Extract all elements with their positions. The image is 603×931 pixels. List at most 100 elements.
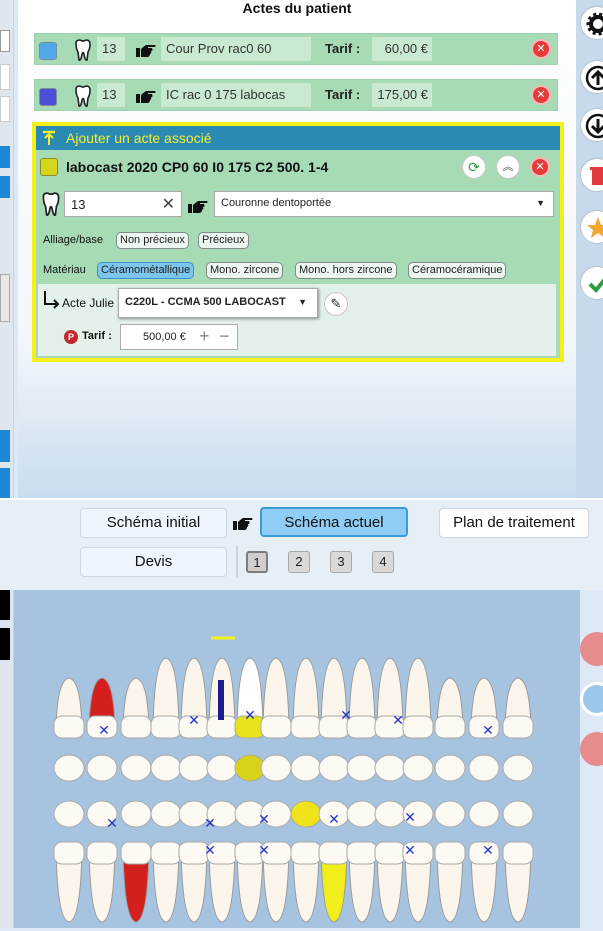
lower-tooth-crown[interactable]: [150, 841, 182, 865]
page-button[interactable]: 1: [246, 551, 268, 573]
upper-tooth-occlusal[interactable]: [206, 754, 238, 782]
act-row[interactable]: 13 IC rac 0 175 labocas Tarif : 175,00 €…: [34, 79, 558, 111]
lower-tooth-crown[interactable]: [290, 841, 322, 865]
upper-tooth-occlusal[interactable]: [120, 754, 152, 782]
materiau-option[interactable]: Céramocéramique: [408, 262, 507, 279]
upper-tooth-occlusal[interactable]: [346, 754, 378, 782]
plus-icon[interactable]: +: [199, 326, 210, 347]
left-strip-field[interactable]: [0, 96, 10, 122]
upper-tooth-occlusal[interactable]: [434, 754, 466, 782]
tooth-mark-x[interactable]: ✕: [404, 810, 416, 826]
tooth-mark-x[interactable]: ✕: [188, 713, 200, 729]
tooth-number-input[interactable]: 13 ✕: [64, 191, 182, 217]
tarif-input[interactable]: 500,00 € + −: [120, 324, 238, 350]
upper-tooth-crown[interactable]: [402, 715, 434, 739]
upper-tooth-crown[interactable]: [290, 715, 322, 739]
tooth-mark-x[interactable]: ✕: [98, 723, 110, 739]
materiau-option[interactable]: Céramométallique: [97, 262, 195, 279]
tooth-mark-x[interactable]: ✕: [340, 708, 352, 724]
arrow-down-icon[interactable]: [580, 108, 603, 142]
left-strip-tab[interactable]: [0, 430, 10, 462]
minus-icon[interactable]: −: [219, 326, 230, 347]
arrow-up-icon[interactable]: [580, 60, 603, 94]
upper-tooth-crown[interactable]: [434, 715, 466, 739]
tooth-mark-x[interactable]: ✕: [392, 713, 404, 729]
remove-associated-act-button[interactable]: ✕: [530, 157, 550, 177]
schema-actuel-button[interactable]: Schéma actuel: [260, 507, 408, 537]
upper-tooth-occlusal[interactable]: [318, 754, 350, 782]
materiau-option[interactable]: Mono. zircone: [206, 262, 284, 279]
lower-tooth-occlusal[interactable]: [290, 800, 322, 828]
lower-tooth-occlusal[interactable]: [374, 800, 406, 828]
left-strip-tab[interactable]: [0, 176, 10, 198]
lower-tooth-crown[interactable]: [346, 841, 378, 865]
dental-chart[interactable]: ✕ ✕ ✕ ✕ ✕ ✕ ✕ ✕ ✕ ✕ ✕ ✕ ✕ ✕ ✕: [14, 590, 580, 928]
page-button[interactable]: 3: [330, 551, 352, 573]
upper-tooth-occlusal[interactable]: [374, 754, 406, 782]
schema-initial-button[interactable]: Schéma initial: [80, 508, 227, 538]
tooth-mark-x[interactable]: ✕: [244, 708, 256, 724]
gear-icon[interactable]: [580, 6, 603, 40]
materiau-option[interactable]: Mono. hors zircone: [295, 262, 397, 279]
upper-tooth-occlusal[interactable]: [86, 754, 118, 782]
collapse-button[interactable]: ︽: [496, 155, 520, 179]
alliage-option[interactable]: Non précieux: [116, 232, 189, 249]
lower-tooth-crown[interactable]: [502, 841, 534, 865]
upper-tooth-occlusal[interactable]: [502, 754, 534, 782]
page-button[interactable]: 4: [372, 551, 394, 573]
star-icon[interactable]: [580, 210, 603, 244]
lower-tooth-crown[interactable]: [86, 841, 118, 865]
tooth-mark-x[interactable]: ✕: [106, 816, 118, 832]
upper-tooth-crown[interactable]: [260, 715, 292, 739]
lower-tooth-crown[interactable]: [53, 841, 85, 865]
clear-icon[interactable]: ✕: [162, 194, 175, 214]
tooth-view-icon[interactable]: [580, 682, 603, 716]
trash-icon[interactable]: [580, 158, 603, 192]
upper-tooth-crown[interactable]: [53, 715, 85, 739]
left-strip-field[interactable]: [0, 30, 10, 52]
upper-tooth-occlusal[interactable]: [150, 754, 182, 782]
lower-tooth-occlusal[interactable]: [53, 800, 85, 828]
lower-tooth-occlusal[interactable]: [150, 800, 182, 828]
page-button[interactable]: 2: [288, 551, 310, 573]
tooth-mark-x[interactable]: ✕: [328, 812, 340, 828]
upper-tooth-occlusal[interactable]: [178, 754, 210, 782]
left-strip-tab[interactable]: [0, 146, 10, 168]
upper-tooth-occlusal[interactable]: [53, 754, 85, 782]
tooth-mark-x[interactable]: ✕: [258, 843, 270, 859]
tooth-mark-x[interactable]: ✕: [258, 812, 270, 828]
tooth-mark-x[interactable]: ✕: [204, 816, 216, 832]
lower-tooth-occlusal[interactable]: [346, 800, 378, 828]
edit-pencil-icon[interactable]: ✎: [324, 292, 348, 316]
lower-tooth-occlusal[interactable]: [434, 800, 466, 828]
teeth-diagram[interactable]: ✕ ✕ ✕ ✕ ✕ ✕ ✕ ✕ ✕ ✕ ✕ ✕ ✕ ✕ ✕: [14, 590, 580, 928]
lower-tooth-crown[interactable]: [374, 841, 406, 865]
upper-tooth-occlusal[interactable]: [402, 754, 434, 782]
remove-act-button[interactable]: ✕: [531, 85, 551, 105]
left-strip-tab[interactable]: [0, 628, 10, 660]
plan-traitement-button[interactable]: Plan de traitement: [439, 508, 589, 538]
tooth-mark-x[interactable]: ✕: [482, 843, 494, 859]
upper-tooth-crown[interactable]: [502, 715, 534, 739]
lower-tooth-crown[interactable]: [434, 841, 466, 865]
lower-tooth-crown[interactable]: [318, 841, 350, 865]
left-scrollbar[interactable]: [0, 274, 10, 322]
add-associated-act-header[interactable]: Ajouter un acte associé: [36, 126, 560, 150]
upper-tooth-occlusal[interactable]: [468, 754, 500, 782]
alliage-option[interactable]: Précieux: [198, 232, 249, 249]
tooth-mark-x[interactable]: ✕: [482, 723, 494, 739]
acte-select[interactable]: C220L - CCMA 500 LABOCAST ▼: [118, 288, 318, 318]
upper-tooth-crown[interactable]: [120, 715, 152, 739]
act-row[interactable]: 13 Cour Prov rac0 60 Tarif : 60,00 € ✕: [34, 33, 558, 65]
left-strip-tab[interactable]: [0, 588, 10, 620]
tooth-remove-icon[interactable]: [580, 732, 603, 766]
lower-tooth-occlusal[interactable]: [120, 800, 152, 828]
check-icon[interactable]: [580, 266, 603, 300]
tooth-post-marker[interactable]: [218, 680, 224, 720]
refresh-button[interactable]: ⟳: [462, 155, 486, 179]
tooth-mark-x[interactable]: ✕: [204, 843, 216, 859]
devis-button[interactable]: Devis: [80, 547, 227, 577]
remove-act-button[interactable]: ✕: [531, 39, 551, 59]
tooth-mark-x[interactable]: ✕: [404, 843, 416, 859]
left-strip-field[interactable]: [0, 64, 10, 90]
